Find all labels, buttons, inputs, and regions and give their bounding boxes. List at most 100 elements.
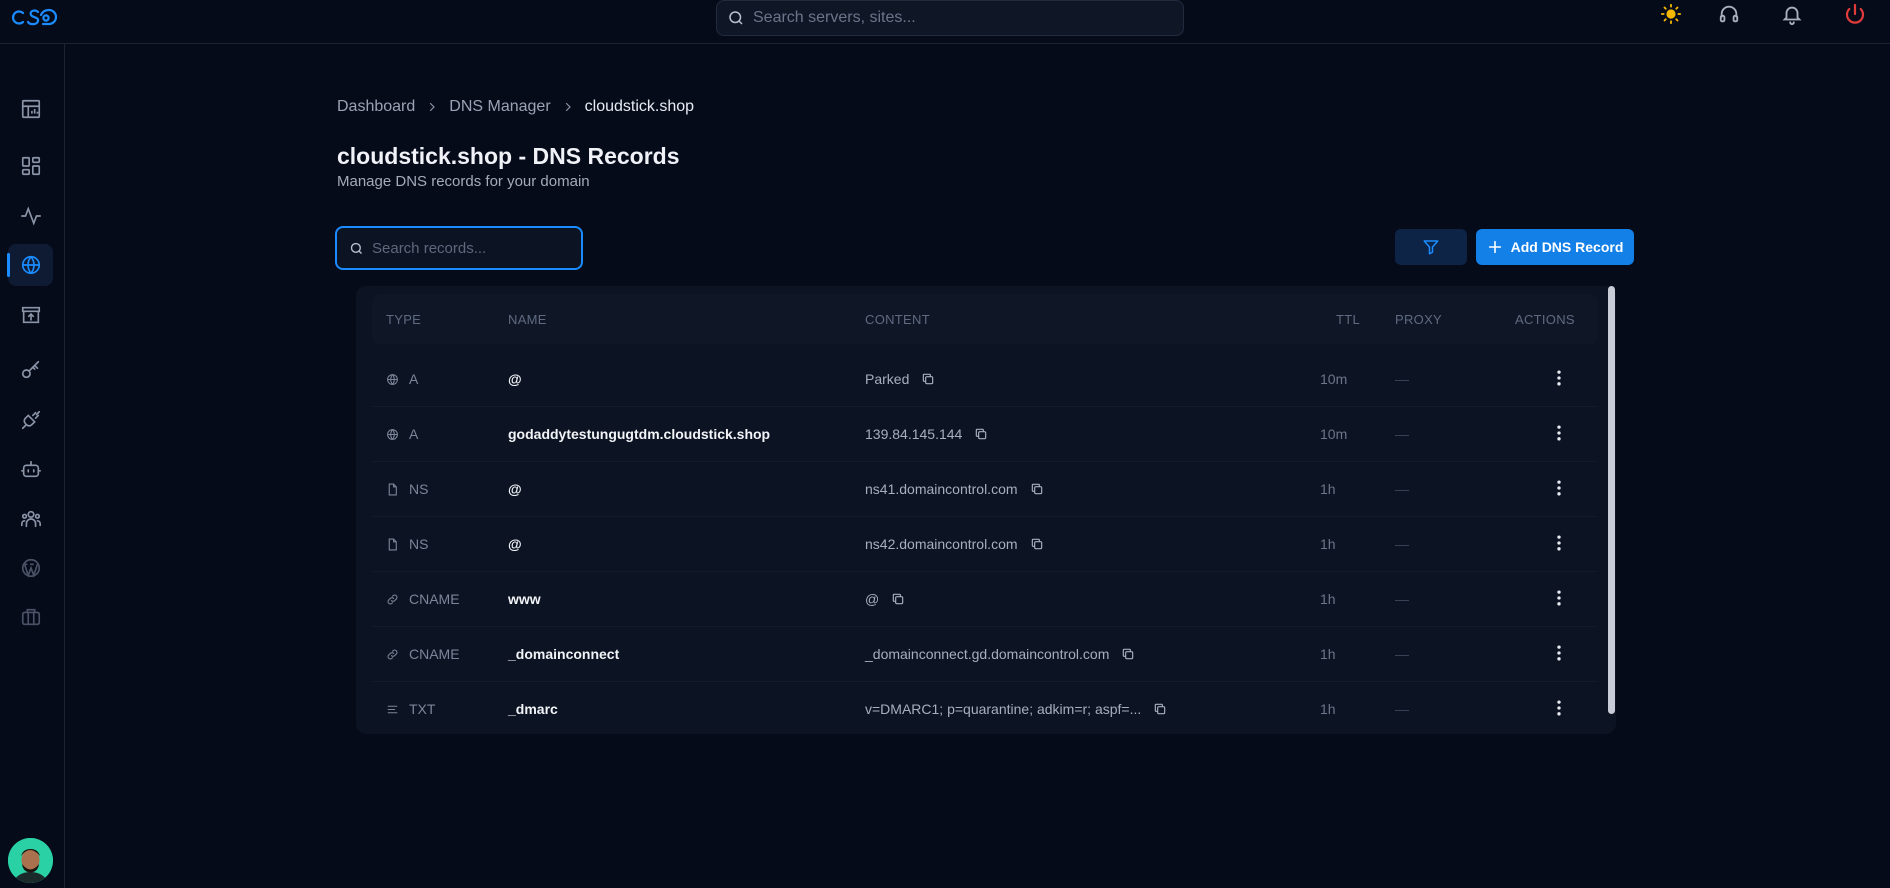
record-content-value: ns42.domaincontrol.com: [865, 536, 1018, 552]
table-row: A @ Parked 10m —: [372, 352, 1598, 407]
more-vertical-icon[interactable]: [1547, 696, 1571, 720]
sidebar-item-dns[interactable]: [7, 244, 53, 286]
more-vertical-icon[interactable]: [1547, 531, 1571, 555]
record-content: @: [865, 591, 905, 607]
record-type-label: CNAME: [409, 646, 460, 662]
record-proxy: —: [1395, 646, 1409, 662]
globe-icon: [386, 373, 404, 386]
breadcrumb: Dashboard DNS Manager cloudstick.shop: [337, 98, 694, 116]
record-proxy: —: [1395, 536, 1409, 552]
copy-icon[interactable]: [1153, 702, 1167, 716]
record-ttl: 10m: [1320, 426, 1348, 442]
file-icon: [386, 483, 404, 496]
record-type-label: TXT: [409, 701, 436, 717]
sidebar-item-wordpress[interactable]: [8, 547, 53, 589]
column-type: TYPE: [386, 312, 422, 327]
page-title: cloudstick.shop - DNS Records: [337, 143, 680, 169]
record-search-input[interactable]: [372, 239, 572, 257]
more-vertical-icon[interactable]: [1547, 476, 1571, 500]
record-ttl: 10m: [1320, 371, 1348, 387]
copy-icon[interactable]: [1121, 647, 1135, 661]
copy-icon[interactable]: [1030, 537, 1044, 551]
record-name: _domainconnect: [508, 646, 620, 662]
breadcrumb-dns-manager[interactable]: DNS Manager: [449, 98, 550, 116]
file-icon: [386, 538, 404, 551]
copy-icon[interactable]: [921, 372, 935, 386]
link-icon: [386, 648, 404, 661]
record-proxy: —: [1395, 701, 1409, 717]
wordpress-icon: [21, 558, 40, 578]
avatar[interactable]: [8, 838, 53, 883]
more-vertical-icon[interactable]: [1547, 586, 1571, 610]
store-icon: [21, 306, 40, 324]
bell-icon[interactable]: [1778, 0, 1806, 28]
table-scrollbar[interactable]: [1608, 286, 1615, 714]
logo[interactable]: [10, 4, 60, 30]
sun-icon[interactable]: [1657, 0, 1685, 28]
record-content-value: 139.84.145.144: [865, 426, 963, 442]
record-type-label: NS: [409, 481, 429, 497]
globe-icon: [386, 428, 404, 441]
record-ttl: 1h: [1320, 591, 1336, 607]
record-ttl: 1h: [1320, 646, 1336, 662]
power-icon[interactable]: [1841, 0, 1869, 28]
table-row: NS @ ns41.domaincontrol.com 1h —: [372, 462, 1598, 517]
chevron-right-icon: [426, 101, 438, 113]
record-content: 139.84.145.144: [865, 426, 988, 442]
globe-icon: [21, 255, 40, 275]
global-search[interactable]: [716, 0, 1184, 36]
record-type-label: CNAME: [409, 591, 460, 607]
sidebar-item-briefcase[interactable]: [8, 596, 53, 638]
sidebar-item-dashboard[interactable]: [8, 88, 53, 130]
copy-icon[interactable]: [1030, 482, 1044, 496]
activity-icon: [20, 206, 41, 226]
record-name: _dmarc: [508, 701, 558, 717]
headset-icon[interactable]: [1715, 0, 1743, 28]
plus-icon: [1488, 240, 1501, 254]
sidebar-item-team[interactable]: [8, 498, 53, 540]
record-proxy: —: [1395, 591, 1409, 607]
copy-icon[interactable]: [891, 592, 905, 606]
sidebar-item-grid[interactable]: [8, 145, 53, 187]
table-row: CNAME www @1h —: [372, 572, 1598, 627]
record-content-value: v=DMARC1; p=quarantine; adkim=r; aspf=..…: [865, 701, 1142, 717]
breadcrumb-current: cloudstick.shop: [584, 98, 695, 115]
team-icon: [20, 510, 41, 528]
bot-icon: [20, 460, 41, 478]
record-type-label: A: [409, 426, 419, 442]
sidebar-item-integrations[interactable]: [8, 399, 53, 441]
page-subtitle: Manage DNS records for your domain: [337, 173, 590, 190]
record-type: TXT: [386, 701, 435, 717]
record-name: @: [508, 481, 522, 497]
sidebar-item-bots[interactable]: [8, 448, 53, 490]
sidebar-item-store[interactable]: [8, 294, 53, 336]
table-row: NS @ ns42.domaincontrol.com 1h —: [372, 517, 1598, 572]
add-dns-record-label: Add DNS Record: [1510, 239, 1624, 255]
breadcrumb-dashboard[interactable]: Dashboard: [337, 98, 415, 116]
record-name: www: [508, 591, 541, 607]
add-dns-record-button[interactable]: Add DNS Record: [1476, 229, 1634, 265]
record-type: A: [386, 371, 418, 387]
record-content-value: @: [865, 591, 880, 607]
filter-icon: [1423, 240, 1439, 255]
column-proxy: PROXY: [1395, 312, 1443, 327]
copy-icon[interactable]: [974, 427, 988, 441]
briefcase-icon: [21, 608, 40, 626]
filter-button[interactable]: [1395, 229, 1467, 265]
more-vertical-icon[interactable]: [1547, 366, 1571, 390]
record-name: @: [508, 371, 522, 387]
more-vertical-icon[interactable]: [1547, 421, 1571, 445]
column-name: NAME: [508, 312, 547, 327]
record-name: godaddytestungugtdm.cloudstick.shop: [508, 426, 771, 442]
more-vertical-icon[interactable]: [1547, 641, 1571, 665]
table-header: TYPE NAME CONTENT TTL PROXY ACTIONS: [372, 294, 1598, 344]
record-content: Parked: [865, 371, 935, 387]
column-ttl: TTL: [1336, 312, 1361, 327]
global-search-input[interactable]: [753, 9, 1153, 27]
record-search[interactable]: [335, 226, 583, 270]
sidebar-item-activity[interactable]: [8, 195, 53, 237]
sidebar-item-keys[interactable]: [8, 349, 53, 391]
chevron-right-icon: [562, 101, 574, 113]
record-proxy: —: [1395, 426, 1409, 442]
search-icon: [729, 11, 743, 25]
